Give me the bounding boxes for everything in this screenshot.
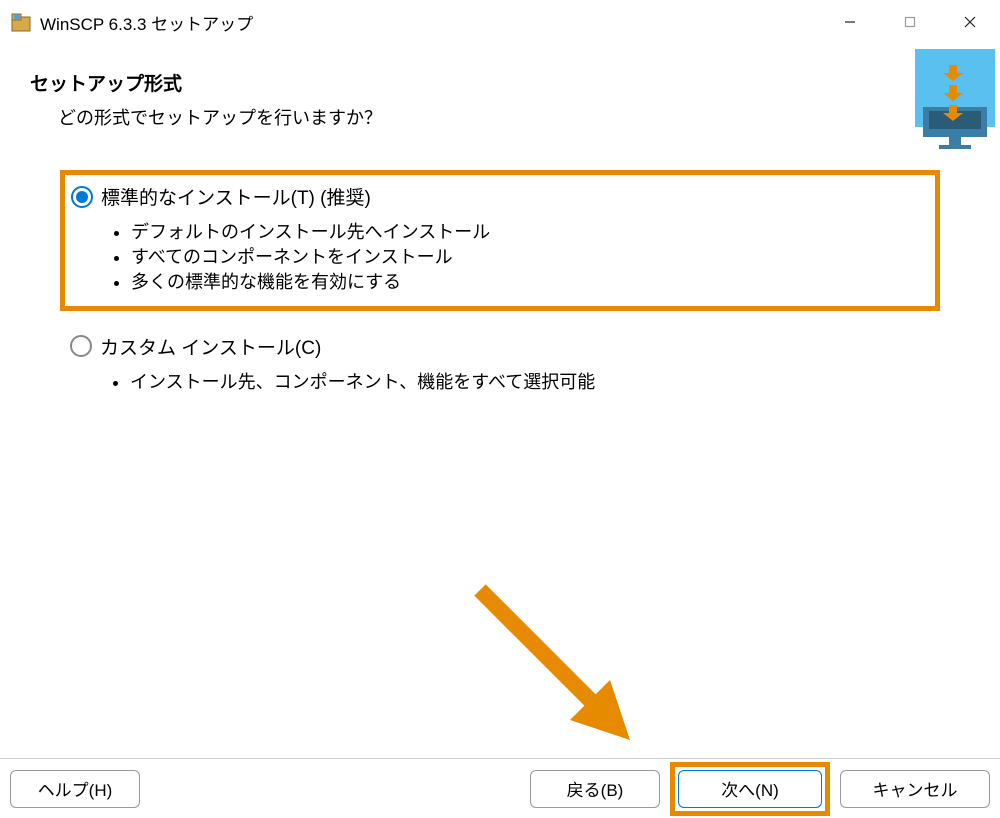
cancel-button[interactable]: キャンセル [840, 770, 990, 808]
standard-bullets: デフォルトのインストール先へインストール すべてのコンポーネントをインストール … [71, 220, 929, 296]
header-section: セットアップ形式 どの形式でセットアップを行いますか？ [0, 44, 1000, 140]
page-subtitle: どの形式でセットアップを行いますか？ [30, 104, 970, 130]
radio-selected-icon[interactable] [71, 186, 93, 208]
radio-label-standard: 標準的なインストール(T) (推奨) [101, 183, 371, 210]
next-button[interactable]: 次へ(N) [678, 770, 822, 808]
minimize-button[interactable] [820, 0, 880, 44]
custom-bullets: インストール先、コンポーネント、機能をすべて選択可能 [70, 370, 930, 395]
page-title: セットアップ形式 [30, 69, 970, 96]
option-standard-install[interactable]: 標準的なインストール(T) (推奨) デフォルトのインストール先へインストール … [60, 170, 940, 311]
next-button-highlight: 次へ(N) [670, 762, 830, 816]
titlebar: WinSCP 6.3.3 セットアップ [0, 0, 1000, 44]
app-icon [10, 11, 32, 33]
help-button[interactable]: ヘルプ(H) [10, 770, 140, 808]
annotation-arrow-icon [460, 570, 670, 785]
list-item: 多くの標準的な機能を有効にする [131, 270, 929, 295]
radio-row-standard[interactable]: 標準的なインストール(T) (推奨) [71, 183, 929, 210]
maximize-button[interactable] [880, 0, 940, 44]
radio-row-custom[interactable]: カスタム インストール(C) [70, 333, 930, 360]
back-button[interactable]: 戻る(B) [530, 770, 660, 808]
window-title: WinSCP 6.3.3 セットアップ [40, 10, 253, 35]
window-controls [820, 0, 1000, 44]
radio-unselected-icon[interactable] [70, 335, 92, 357]
content-area: 標準的なインストール(T) (推奨) デフォルトのインストール先へインストール … [0, 140, 1000, 439]
list-item: デフォルトのインストール先へインストール [131, 220, 929, 245]
list-item: すべてのコンポーネントをインストール [131, 245, 929, 270]
option-custom-install[interactable]: カスタム インストール(C) インストール先、コンポーネント、機能をすべて選択可… [60, 321, 940, 409]
close-button[interactable] [940, 0, 1000, 44]
radio-label-custom: カスタム インストール(C) [100, 333, 321, 360]
setup-wizard-icon [915, 49, 995, 149]
footer: ヘルプ(H) 戻る(B) 次へ(N) キャンセル [0, 758, 1000, 818]
list-item: インストール先、コンポーネント、機能をすべて選択可能 [130, 370, 930, 395]
